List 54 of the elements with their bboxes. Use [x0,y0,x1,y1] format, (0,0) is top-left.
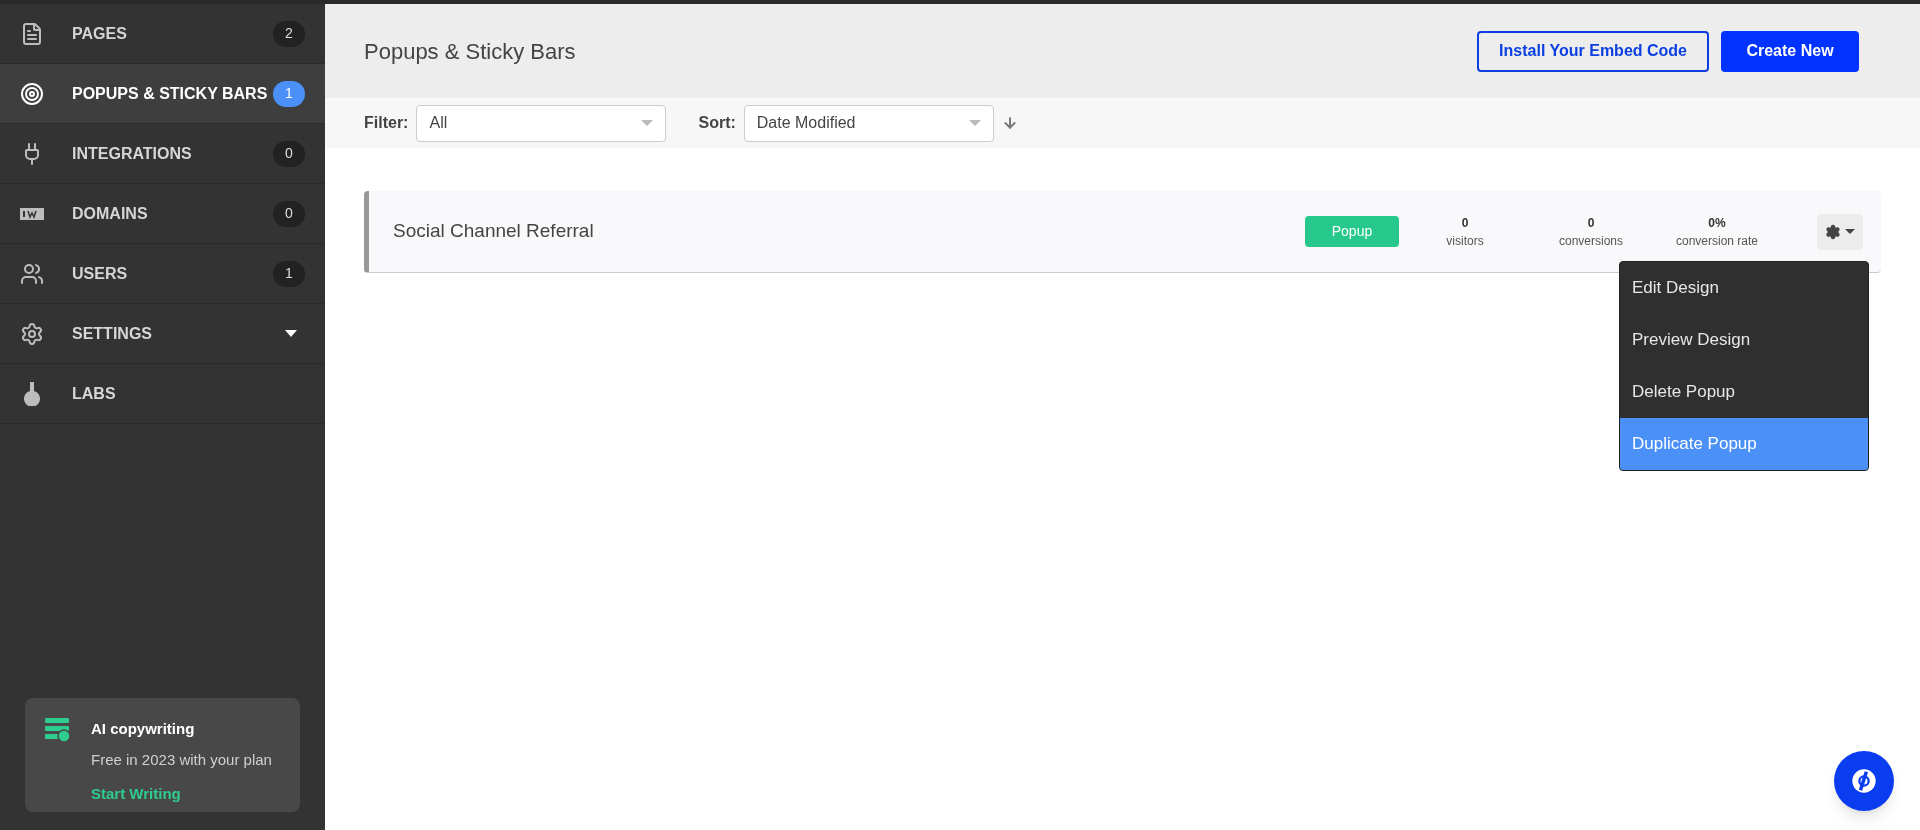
sidebar-label: LABS [72,383,117,404]
stat-label: conversion rate [1675,232,1758,250]
sidebar-item[interactable]: LABS [0,364,325,424]
start-writing-link[interactable]: Start Writing [91,783,272,806]
sidebar-label: SETTINGS [72,323,153,344]
stat-value: 0 [1587,214,1595,232]
document-icon [20,21,44,46]
filter-label: Filter: [364,113,409,133]
document-icon [45,718,71,742]
gear-menu-button[interactable] [1817,213,1863,250]
count-badge: 1 [273,260,305,287]
popup-name: Social Channel Referral [393,219,595,244]
type-tag: Popup [1305,216,1399,247]
count-badge: 1 [273,80,305,107]
caret-icon [1845,229,1855,234]
caret-icon [285,330,297,337]
sort-dropdown[interactable]: Date Modified [743,104,994,142]
domain-icon [20,207,44,220]
sidebar-label: PAGES [72,23,128,44]
sidebar-item[interactable]: POPUPS & STICKY BARS 1 [0,64,325,124]
count-badge: 0 [273,200,305,227]
logo-icon [1850,767,1878,795]
create-new-button[interactable]: Create New [1721,30,1859,72]
promo-title: AI copywriting [91,719,196,739]
count-badge: 2 [273,20,305,47]
stat-value: 0 [1461,214,1469,232]
sidebar-label: POPUPS & STICKY BARS [72,83,269,104]
sidebar-item[interactable]: INTEGRATIONS 0 [0,124,325,184]
promo-text: Free in 2023 with your plan [91,749,272,770]
sidebar-item[interactable]: SETTINGS [0,304,325,364]
filter-dropdown[interactable]: All [416,104,667,142]
caret-icon [968,120,981,126]
stat-label: visitors [1446,232,1484,250]
target-icon [20,81,44,106]
sidebar-label: DOMAINS [72,203,149,224]
stat-value: 0% [1708,214,1726,232]
menu-item[interactable]: Preview Design [1620,314,1868,366]
help-chat-button[interactable] [1834,751,1894,811]
flask-icon [22,381,42,406]
sidebar-label: USERS [72,263,129,284]
users-icon [20,261,44,286]
menu-item[interactable]: Delete Popup [1620,366,1868,418]
sort-label: Sort: [698,113,736,133]
sidebar-item[interactable]: DOMAINS 0 [0,184,325,244]
embed-code-button[interactable]: Install Your Embed Code [1477,30,1709,72]
settings-icon [20,321,44,346]
page-title: Popups & Sticky Bars [364,37,576,66]
caret-icon [641,120,654,126]
gear-icon [1825,223,1841,240]
stat-label: conversions [1559,232,1623,250]
sidebar-label: INTEGRATIONS [72,143,193,164]
sidebar-item[interactable]: USERS 1 [0,244,325,304]
count-badge: 0 [273,140,305,167]
menu-item[interactable]: Edit Design [1620,262,1868,314]
